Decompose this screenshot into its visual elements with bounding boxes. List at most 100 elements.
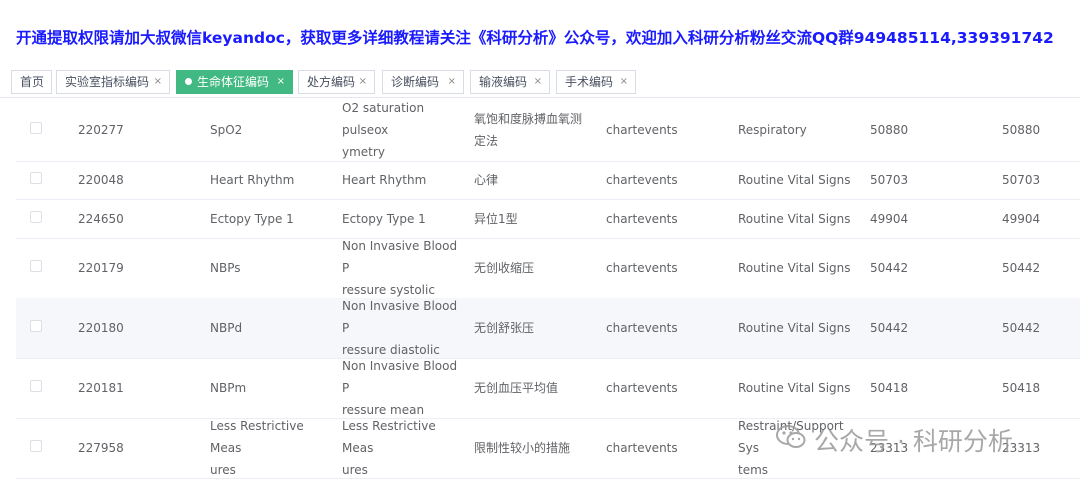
tab-label: 首页 — [20, 75, 45, 89]
cell-text: 50880 — [870, 123, 909, 137]
tab-3[interactable]: 处方编码 × — [298, 70, 375, 94]
cell-c2: 23313 — [1002, 418, 1080, 478]
table-row[interactable]: 220179 NBPs Non Invasive Blood Pressure sy… — [16, 238, 1080, 299]
cell-id: 224650 — [78, 199, 188, 238]
close-icon[interactable]: × — [277, 71, 285, 93]
cell-text: 50442 — [1002, 261, 1041, 275]
cell-name: Non Invasive Blood Pressure mean — [342, 358, 467, 418]
cell-line: 无创舒张压 — [474, 321, 535, 335]
table-row[interactable]: 220180 NBPd Non Invasive Blood Pressure di… — [16, 298, 1080, 359]
tab-bar: 首页 实验室指标编码 × 生命体征编码 × 处方编码 × 诊断编码 × 输液编码 × 手术编码 × — [0, 68, 1080, 98]
table-row[interactable]: 220181 NBPm Non Invasive Blood Pressure me… — [16, 358, 1080, 419]
cell-id: 220180 — [78, 298, 188, 358]
cell-cn: 无创血压平均值 — [474, 358, 599, 418]
tab-6[interactable]: 手术编码 × — [556, 70, 636, 94]
row-checkbox[interactable] — [30, 122, 42, 134]
tab-label: 输液编码 — [479, 75, 528, 89]
cell-cn: 心律 — [474, 161, 599, 199]
cell-text: chartevents — [606, 211, 678, 226]
cell-c2: 50442 — [1002, 298, 1080, 358]
cell-line: Respiratory — [738, 123, 807, 137]
cell-text: 49904 — [870, 211, 909, 226]
cell-text: 220181 — [78, 381, 124, 395]
cell-table: chartevents — [606, 298, 731, 358]
cell-line: Non Invasive Blood P — [342, 299, 458, 335]
row-checkbox[interactable] — [30, 320, 42, 332]
cell-line: ures — [210, 463, 236, 477]
close-icon[interactable]: × — [534, 71, 542, 93]
tab-label: 实验室指标编码 — [65, 75, 150, 89]
cell-line: Ectopy Type 1 — [342, 211, 426, 226]
cell-line: Less Restrictive Meas — [342, 419, 436, 455]
cell-id: 220048 — [78, 161, 188, 199]
wechat-icon — [776, 424, 806, 456]
close-icon[interactable]: × — [448, 71, 456, 93]
cell-c2: 50418 — [1002, 358, 1080, 418]
close-icon[interactable]: × — [620, 71, 628, 93]
cell-text: 227958 — [78, 441, 124, 455]
cell-text: 50442 — [870, 261, 909, 275]
cell-category: Routine Vital Signs — [738, 358, 863, 418]
tab-5[interactable]: 输液编码 × — [470, 70, 550, 94]
watermark: 公众号 · 科研分析 — [776, 422, 1013, 458]
cell-cn: 氧饱和度脉搏血氧测 定法 — [474, 99, 599, 161]
cell-name: Less Restrictive Meas ures — [342, 418, 467, 478]
cell-line: Routine Vital Signs — [738, 381, 851, 395]
cell-line: ymetry — [342, 145, 385, 159]
cell-c2: 49904 — [1002, 199, 1080, 238]
cell-text: Ectopy Type 1 — [210, 211, 294, 226]
cell-text: 50442 — [870, 321, 909, 335]
row-checkbox[interactable] — [30, 380, 42, 392]
cell-text: chartevents — [606, 173, 678, 187]
cell-c2: 50703 — [1002, 161, 1080, 199]
row-checkbox[interactable] — [30, 440, 42, 452]
row-checkbox[interactable] — [30, 172, 42, 184]
cell-c2: 50442 — [1002, 238, 1080, 298]
cell-label: Less Restrictive Meas ures — [210, 418, 335, 478]
announcement-banner: 开通提取权限请加大叔微信keyandoc，获取更多详细教程请关注《科研分析》公众… — [16, 29, 1054, 47]
cell-line: 心律 — [474, 173, 499, 187]
cell-table: chartevents — [606, 238, 731, 298]
table-row[interactable]: 220048 Heart Rhythm Heart Rhythm 心律 charteve… — [16, 161, 1080, 200]
row-checkbox[interactable] — [30, 211, 42, 223]
cell-text: 220179 — [78, 261, 124, 275]
table-row[interactable]: 220277 SpO2 O2 saturation pulseox ymetry 氧饱和… — [16, 99, 1080, 162]
cell-line: 异位1型 — [474, 211, 518, 226]
row-checkbox[interactable] — [30, 260, 42, 272]
cell-text: 50703 — [1002, 173, 1041, 187]
cell-line: Non Invasive Blood P — [342, 239, 458, 275]
cell-text: chartevents — [606, 261, 678, 275]
cell-line: 定法 — [474, 134, 499, 148]
tab-label: 手术编码 — [565, 75, 614, 89]
tab-label: 生命体征编码 — [197, 75, 270, 89]
cell-line: Less Restrictive Meas — [210, 419, 304, 455]
watermark-text: 公众号 · 科研分析 — [814, 427, 1013, 456]
cell-name: Ectopy Type 1 — [342, 199, 467, 238]
cell-c1: 50703 — [870, 161, 980, 199]
cell-category: Routine Vital Signs — [738, 298, 863, 358]
cell-line: 氧饱和度脉搏血氧测 — [474, 112, 583, 126]
cell-text: 50880 — [1002, 123, 1041, 137]
tab-label: 处方编码 — [307, 75, 356, 89]
cell-text: chartevents — [606, 321, 678, 335]
table-row[interactable]: 224650 Ectopy Type 1 Ectopy Type 1 异位1型 char… — [16, 199, 1080, 239]
cell-line: 无创血压平均值 — [474, 381, 559, 395]
tab-2[interactable]: 生命体征编码 × — [176, 70, 293, 94]
cell-cn: 无创收缩压 — [474, 238, 599, 298]
cell-label: NBPm — [210, 358, 335, 418]
cell-name: O2 saturation pulseox ymetry — [342, 99, 467, 161]
close-icon[interactable]: × — [359, 71, 367, 93]
cell-line: ures — [342, 463, 368, 477]
cell-label: Heart Rhythm — [210, 161, 335, 199]
cell-c1: 50418 — [870, 358, 980, 418]
cell-text: 220048 — [78, 173, 124, 187]
tab-0[interactable]: 首页 — [11, 70, 52, 94]
cell-cn: 异位1型 — [474, 199, 599, 238]
cell-text: chartevents — [606, 381, 678, 395]
cell-table: chartevents — [606, 99, 731, 161]
cell-c1: 50442 — [870, 238, 980, 298]
tab-4[interactable]: 诊断编码 × — [382, 70, 464, 94]
tab-1[interactable]: 实验室指标编码 × — [56, 70, 170, 94]
cell-line: Routine Vital Signs — [738, 173, 851, 187]
close-icon[interactable]: × — [154, 71, 162, 93]
